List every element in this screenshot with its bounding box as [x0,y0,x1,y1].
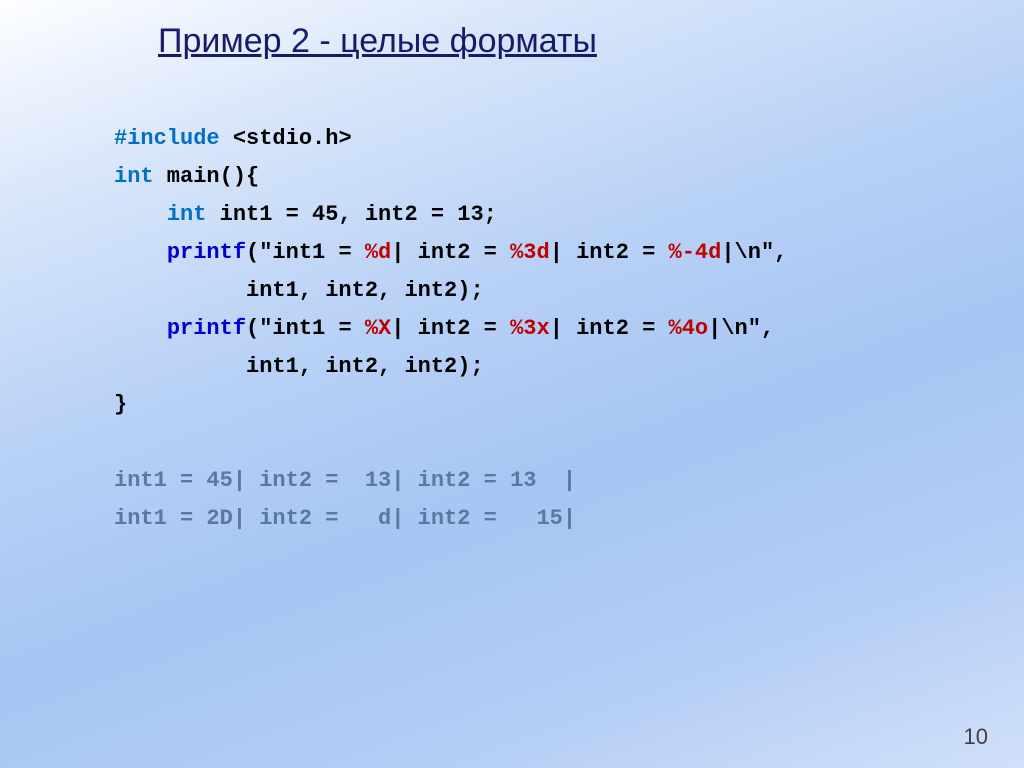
code-block: #include <stdio.h> int main(){ int int1 … [114,120,787,538]
indent [114,202,167,227]
page-number: 10 [964,724,988,750]
printf-call-2: printf [167,316,246,341]
indent [114,240,167,265]
printf-arg: ("int1 = [246,240,365,265]
printf-call: printf [167,240,246,265]
printf-arg: | int2 = [391,240,510,265]
output-line-2: int1 = 2D| int2 = d| int2 = 15| [114,506,576,531]
printf-arg: | int2 = [391,316,510,341]
output-line-1: int1 = 45| int2 = 13| int2 = 13 | [114,468,576,493]
printf-arg-end: |\n", [721,240,787,265]
int-keyword-2: int [167,202,207,227]
close-brace: } [114,392,127,417]
printf-arg: ("int1 = [246,316,365,341]
printf-arg-end: |\n", [708,316,774,341]
format-d: %d [365,240,391,265]
format-3x: %3x [510,316,550,341]
int-keyword: int [114,164,154,189]
printf-args-line-2: int1, int2, int2); [114,354,484,379]
main-decl: main(){ [154,164,260,189]
format-3d: %3d [510,240,550,265]
indent [114,316,167,341]
include-keyword: #include [114,126,220,151]
printf-arg: | int2 = [550,316,669,341]
format-neg4d: %-4d [669,240,722,265]
format-X: %X [365,316,391,341]
slide-title: Пример 2 - целые форматы [158,22,597,61]
printf-arg: | int2 = [550,240,669,265]
var-decl: int1 = 45, int2 = 13; [206,202,496,227]
format-4o: %4o [669,316,709,341]
include-header: <stdio.h> [220,126,352,151]
printf-args-line: int1, int2, int2); [114,278,484,303]
